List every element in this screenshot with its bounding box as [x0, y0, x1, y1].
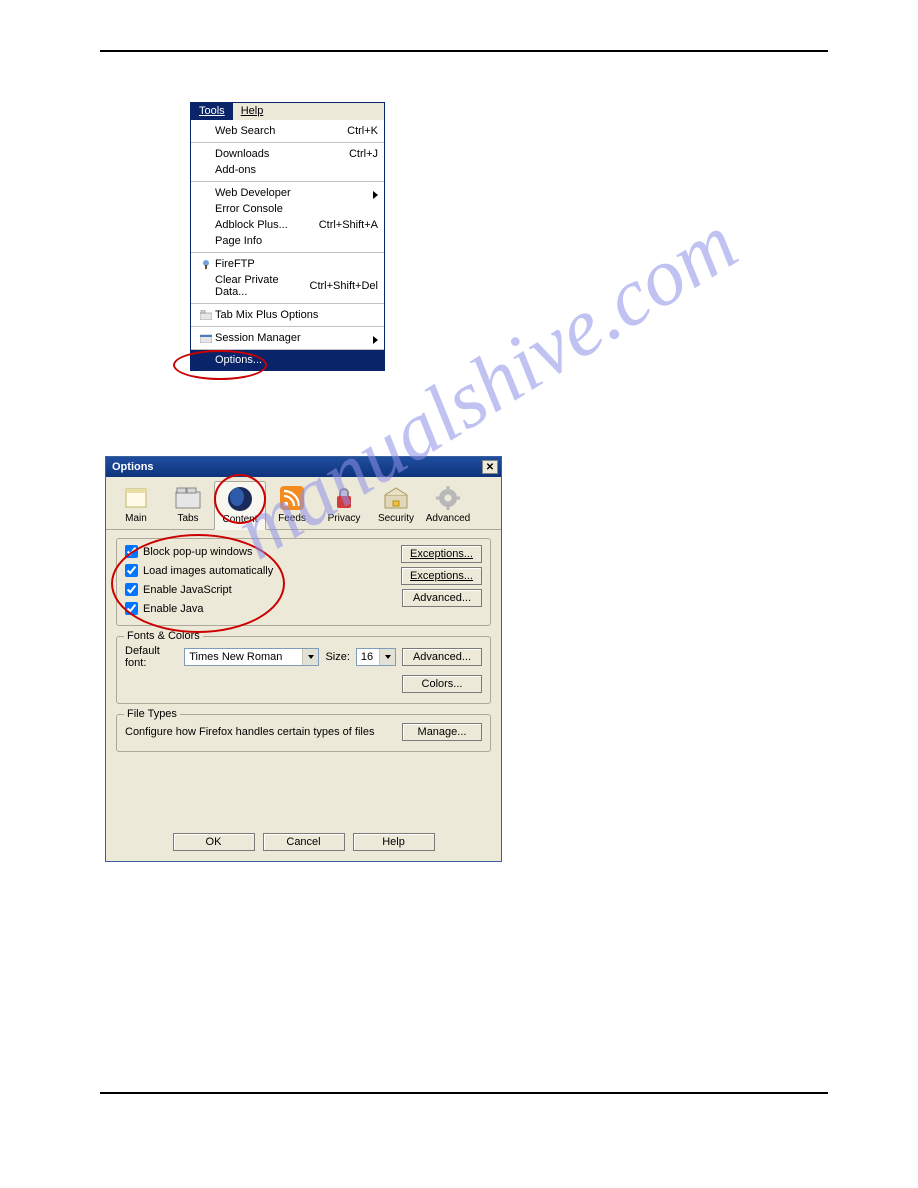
colors-button[interactable]: Colors... — [402, 675, 482, 693]
options-toolbar: Main Tabs Content Feeds — [106, 477, 501, 530]
select-value: 16 — [361, 651, 379, 663]
tab-label: Content — [215, 514, 265, 525]
check-label: Block pop-up windows — [143, 546, 401, 558]
gear-icon — [434, 485, 462, 511]
advanced-fonts-button[interactable]: Advanced... — [402, 648, 482, 666]
tab-content[interactable]: Content — [214, 481, 266, 530]
top-rule — [100, 50, 828, 52]
tab-advanced[interactable]: Advanced — [422, 481, 474, 529]
content-icon — [226, 486, 254, 512]
privacy-icon — [330, 485, 358, 511]
dropdown-arrow-icon — [302, 649, 318, 665]
content-checks-group: Block pop-up windows Load images automat… — [116, 538, 491, 626]
dialog-title: Options — [112, 461, 482, 473]
menu-item-addons[interactable]: Add-ons — [191, 162, 384, 178]
menu-item-tabmix[interactable]: Tab Mix Plus Options — [191, 307, 384, 323]
options-dialog: Options ✕ Main Tabs Content — [105, 456, 502, 862]
cancel-button[interactable]: Cancel — [263, 833, 345, 851]
tab-feeds[interactable]: Feeds — [266, 481, 318, 529]
menu-item-fireftp[interactable]: FireFTP — [191, 256, 384, 272]
titlebar: Options ✕ — [106, 457, 501, 477]
check-label: Enable Java — [143, 603, 401, 615]
feeds-icon — [278, 485, 306, 511]
file-types-group: File Types Configure how Firefox handles… — [116, 714, 491, 752]
fonts-colors-group: Fonts & Colors Default font: Times New R… — [116, 636, 491, 704]
block-popups-checkbox[interactable] — [125, 545, 138, 558]
tab-label: Feeds — [266, 513, 318, 524]
tab-label: Privacy — [318, 513, 370, 524]
advanced-button[interactable]: Advanced... — [402, 589, 482, 607]
menu-item-session-manager[interactable]: Session Manager — [191, 330, 384, 346]
tab-label: Security — [370, 513, 422, 524]
main-icon — [122, 485, 150, 511]
tools-tab[interactable]: Tools — [191, 103, 233, 120]
tab-label: Advanced — [422, 513, 474, 524]
tab-label: Main — [110, 513, 162, 524]
exceptions-button[interactable]: Exceptions... — [401, 545, 482, 563]
help-tab[interactable]: Help — [233, 103, 272, 120]
group-label: File Types — [124, 708, 180, 720]
submenu-arrow-icon — [373, 191, 378, 199]
dropdown-arrow-icon — [379, 649, 395, 665]
close-button[interactable]: ✕ — [482, 460, 498, 474]
tabs-icon — [197, 310, 215, 320]
tools-menu: Tools Help Web Search Ctrl+K Downloads C… — [190, 102, 385, 371]
check-label: Enable JavaScript — [143, 584, 401, 596]
menu-item-clear-private[interactable]: Clear Private Data... Ctrl+Shift+Del — [191, 272, 384, 300]
submenu-arrow-icon — [373, 336, 378, 344]
ok-button[interactable]: OK — [173, 833, 255, 851]
manage-button[interactable]: Manage... — [402, 723, 482, 741]
security-icon — [382, 485, 410, 511]
enable-js-checkbox[interactable] — [125, 583, 138, 596]
session-icon — [197, 333, 215, 343]
fireftp-icon — [197, 258, 215, 270]
menu-item-options[interactable]: Options... — [191, 350, 384, 370]
check-label: Load images automatically — [143, 565, 401, 577]
default-font-label: Default font: — [125, 645, 178, 669]
tab-main[interactable]: Main — [110, 481, 162, 529]
menu-item-adblock[interactable]: Adblock Plus... Ctrl+Shift+A — [191, 217, 384, 233]
tab-privacy[interactable]: Privacy — [318, 481, 370, 529]
menu-item-page-info[interactable]: Page Info — [191, 233, 384, 249]
menu-item-web-developer[interactable]: Web Developer — [191, 185, 384, 201]
menu-item-error-console[interactable]: Error Console — [191, 201, 384, 217]
file-types-text: Configure how Firefox handles certain ty… — [125, 726, 402, 738]
bottom-rule — [100, 1092, 828, 1094]
enable-java-checkbox[interactable] — [125, 602, 138, 615]
select-value: Times New Roman — [189, 651, 302, 663]
help-button[interactable]: Help — [353, 833, 435, 851]
menu-item-downloads[interactable]: Downloads Ctrl+J — [191, 146, 384, 162]
exceptions-button[interactable]: Exceptions... — [401, 567, 482, 585]
menu-bar: Tools Help — [191, 103, 384, 120]
menu-item-web-search[interactable]: Web Search Ctrl+K — [191, 123, 384, 139]
default-font-select[interactable]: Times New Roman — [184, 648, 319, 666]
font-size-select[interactable]: 16 — [356, 648, 396, 666]
tab-tabs[interactable]: Tabs — [162, 481, 214, 529]
tab-label: Tabs — [162, 513, 214, 524]
tab-security[interactable]: Security — [370, 481, 422, 529]
size-label: Size: — [325, 651, 349, 663]
tabs-icon — [174, 485, 202, 511]
group-label: Fonts & Colors — [124, 630, 203, 642]
dialog-buttons: OK Cancel Help — [106, 827, 501, 861]
load-images-checkbox[interactable] — [125, 564, 138, 577]
